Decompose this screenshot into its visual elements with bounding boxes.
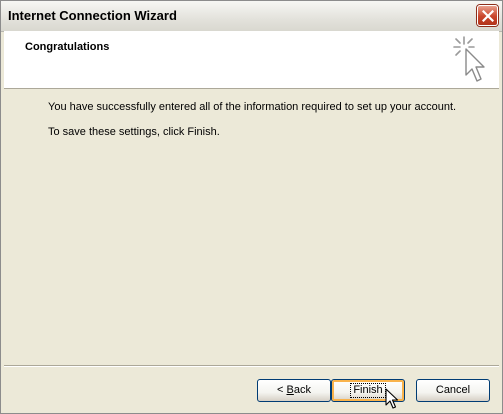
cancel-button[interactable]: Cancel [416,379,490,402]
back-button[interactable]: < Back [257,379,331,402]
wizard-header: Congratulations [4,31,499,89]
title-bar[interactable]: Internet Connection Wizard [1,1,502,32]
wizard-content: You have successfully entered all of the… [4,89,499,364]
wizard-window: Internet Connection Wizard Congratulatio… [0,0,503,414]
cancel-label: Cancel [435,384,471,396]
close-button[interactable] [477,5,498,26]
back-accelerator: B [286,384,294,396]
window-title: Internet Connection Wizard [8,8,177,23]
back-label: ack [293,384,311,396]
back-prefix: < [277,384,287,396]
close-icon [482,10,494,22]
mouse-pointer-icon [385,388,399,409]
divider-highlight [4,366,499,367]
wizard-sparkle-cursor-icon [453,36,485,82]
page-title: Congratulations [25,41,110,53]
instruction-message: To save these settings, click Finish. [48,126,220,138]
success-message: You have successfully entered all of the… [48,101,457,113]
finish-label: Finish [350,383,386,398]
